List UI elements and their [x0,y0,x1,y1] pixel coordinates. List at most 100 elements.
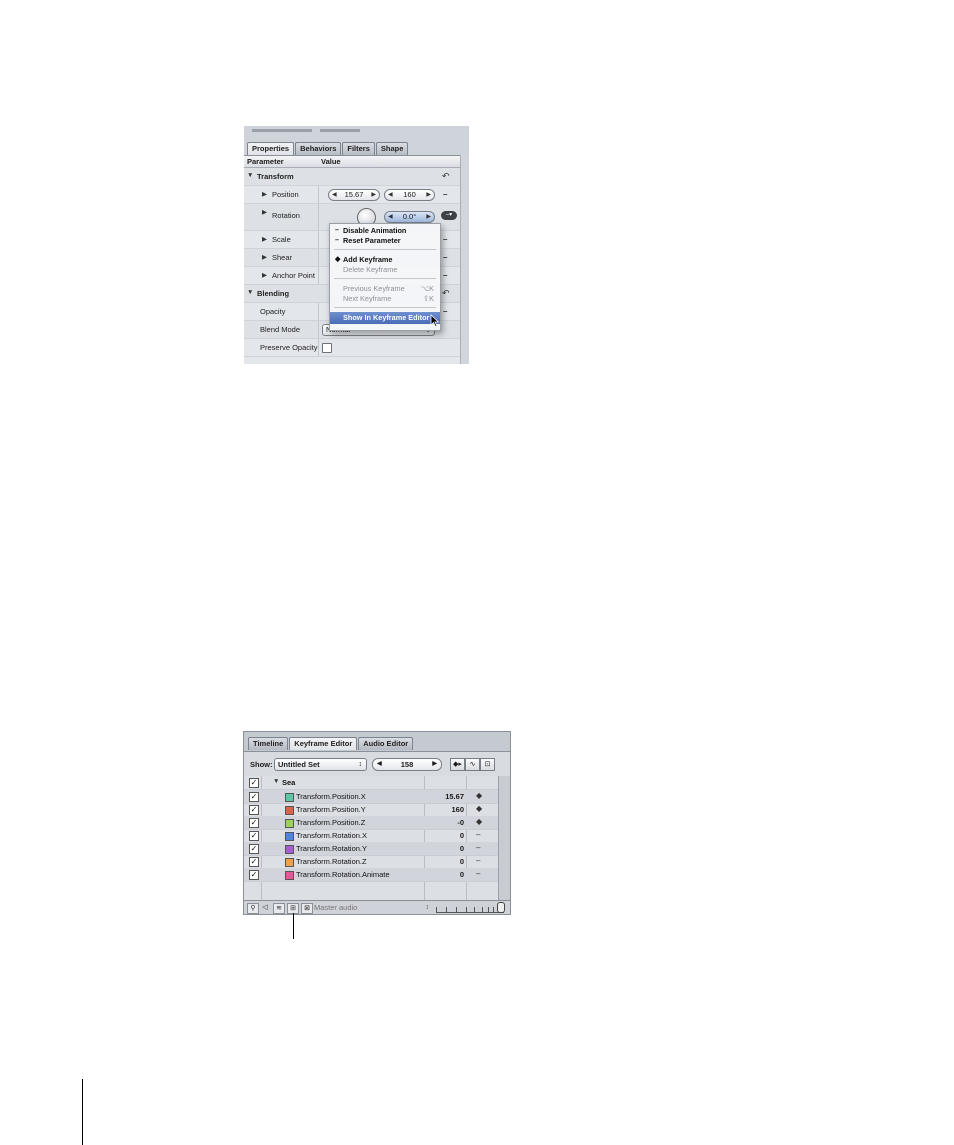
inspector-tabs: Properties Behaviors Filters Shape [247,142,409,155]
enable-checkbox[interactable]: ✓ [249,818,259,828]
animation-menu-icon[interactable]: – [443,307,447,316]
audio-toggle-icon[interactable]: ◁ [260,903,270,912]
animation-menu-icon[interactable]: – [443,271,447,280]
list-item-group: ✓ ▼ Sea [244,776,498,790]
animation-menu-button[interactable]: –▾ [441,211,457,220]
list-item[interactable]: ✓ Transform.Rotation.Animate 0 – [244,868,498,882]
tab-timeline[interactable]: Timeline [248,737,289,750]
arrow-left-icon[interactable]: ◀ [388,212,393,222]
channel-value[interactable]: 0 [460,844,464,853]
tab-keyframe-editor[interactable]: Keyframe Editor [289,737,358,750]
position-y-stepper[interactable]: ◀ 160 ▶ [384,189,435,201]
disclosure-open-icon[interactable]: ▼ [247,289,253,296]
channel-value[interactable]: -0 [457,818,464,827]
enable-checkbox[interactable]: ✓ [249,844,259,854]
keyframe-diamond-icon[interactable]: ◆ [476,817,482,826]
channel-scrollbar[interactable] [498,776,510,900]
disclosure-open-icon[interactable]: ▼ [273,778,279,785]
menu-label: Reset Parameter [343,236,401,245]
enable-checkbox[interactable]: ✓ [249,857,259,867]
keyframe-diamond-icon[interactable]: ◆ [476,804,482,813]
enable-checkbox[interactable]: ✓ [249,778,259,788]
channel-value[interactable]: 0 [460,831,464,840]
list-item[interactable]: ✓ Transform.Position.Z -0 ◆ [244,816,498,830]
list-item[interactable]: ✓ Transform.Rotation.Z 0 – [244,855,498,869]
menu-item-delete-keyframe[interactable]: Delete Keyframe [330,265,440,275]
layers-toggle-icon[interactable]: ⚲ [247,903,259,914]
tab-audio-editor[interactable]: Audio Editor [358,737,414,750]
animation-menu-icon[interactable]: – [476,843,480,852]
header-fade [320,129,360,132]
column-value[interactable]: Value [321,156,341,167]
keyframe-diamond-icon: ◆ [335,256,341,263]
arrow-right-icon[interactable]: ▶ [371,190,376,200]
arrow-right-icon[interactable]: ▶ [426,212,431,222]
arrow-left-icon[interactable]: ◀ [377,759,382,770]
transform-keyframes-tool-icon[interactable]: ⊡ [480,758,495,771]
timeline-view-icon[interactable]: ⊠ [301,903,313,914]
tab-behaviors[interactable]: Behaviors [295,142,342,155]
enable-checkbox[interactable]: ✓ [249,831,259,841]
animation-menu-icon[interactable]: – [443,190,447,199]
channel-name: Transform.Rotation.X [296,831,367,840]
animation-menu-icon[interactable]: – [476,830,480,839]
menu-item-previous-keyframe[interactable]: Previous Keyframe ⌥K [330,284,440,294]
channel-value[interactable]: 160 [451,805,464,814]
animation-menu-icon[interactable]: – [476,856,480,865]
list-item[interactable]: ✓ Transform.Rotation.Y 0 – [244,842,498,856]
column-parameter[interactable]: Parameter [247,156,284,167]
menu-item-next-keyframe[interactable]: Next Keyframe ⇧K [330,294,440,304]
position-x-stepper[interactable]: ◀ 15.67 ▶ [328,189,380,201]
channel-color-swatch [285,845,294,854]
animation-menu-icon[interactable]: – [443,235,447,244]
keyframe-diamond-icon[interactable]: ◆ [476,791,482,800]
tab-properties[interactable]: Properties [247,142,295,155]
group-name: Sea [282,778,296,787]
curve-view-icon[interactable]: ≋ [273,903,285,914]
animation-menu-icon[interactable]: – [443,253,447,262]
enable-checkbox[interactable]: ✓ [249,792,259,802]
enable-checkbox[interactable]: ✓ [249,805,259,815]
menu-item-show-in-keyframe-editor[interactable]: Show In Keyframe Editor [330,312,440,324]
channel-color-swatch [285,832,294,841]
keyframe-toolbar: Show: Untitled Set ↕ ◀ 158 ▶ ◆▸ ∿ ⊡ [244,751,510,777]
tab-shape[interactable]: Shape [375,142,409,155]
list-item[interactable]: ✓ Transform.Position.X 15.67 ◆ [244,790,498,804]
menu-item-disable-animation[interactable]: – Disable Animation [330,226,440,236]
preserve-opacity-checkbox[interactable] [322,343,332,353]
channel-value[interactable]: 0 [460,857,464,866]
reset-icon[interactable]: ↶ [442,288,450,299]
disclosure-closed-icon[interactable]: ▶ [262,271,267,279]
frame-stepper[interactable]: ◀ 158 ▶ [372,758,442,771]
disclosure-closed-icon[interactable]: ▶ [262,253,267,261]
zoom-slider-knob[interactable] [497,902,505,913]
enable-checkbox[interactable]: ✓ [249,870,259,880]
tab-filters[interactable]: Filters [342,142,375,155]
group-label: Transform [257,172,294,181]
arrow-left-icon[interactable]: ◀ [388,190,393,200]
show-set-select[interactable]: Untitled Set ↕ [274,758,367,771]
menu-item-add-keyframe[interactable]: ◆ Add Keyframe [330,255,440,265]
menu-item-reset-parameter[interactable]: – Reset Parameter [330,236,440,246]
master-audio-select[interactable]: Master audio ↕ [314,903,432,912]
scrollbar[interactable] [460,155,469,364]
timing-status-bar: ⚲ ◁ ≋ ⊞ ⊠ Master audio ↕ [244,900,510,914]
disclosure-closed-icon[interactable]: ▶ [262,190,267,198]
rotation-stepper[interactable]: ◀ 0.0° ▶ [384,211,435,223]
arrow-right-icon[interactable]: ▶ [426,190,431,200]
animation-menu-icon[interactable]: – [476,869,480,878]
sketch-keyframes-tool-icon[interactable]: ∿ [465,758,480,771]
edit-keyframes-tool-icon[interactable]: ◆▸ [450,758,465,771]
list-item[interactable]: ✓ Transform.Position.Y 160 ◆ [244,803,498,817]
channel-value[interactable]: 15.67 [445,792,464,801]
zoom-slider[interactable] [436,902,505,913]
reset-icon[interactable]: ↶ [442,171,450,182]
channel-value[interactable]: 0 [460,870,464,879]
arrow-right-icon[interactable]: ▶ [432,759,437,770]
disclosure-open-icon[interactable]: ▼ [247,172,253,179]
disclosure-closed-icon[interactable]: ▶ [262,208,267,216]
disclosure-closed-icon[interactable]: ▶ [262,235,267,243]
list-item[interactable]: ✓ Transform.Rotation.X 0 – [244,829,498,843]
arrow-left-icon[interactable]: ◀ [332,190,337,200]
param-label: Opacity [260,307,286,316]
